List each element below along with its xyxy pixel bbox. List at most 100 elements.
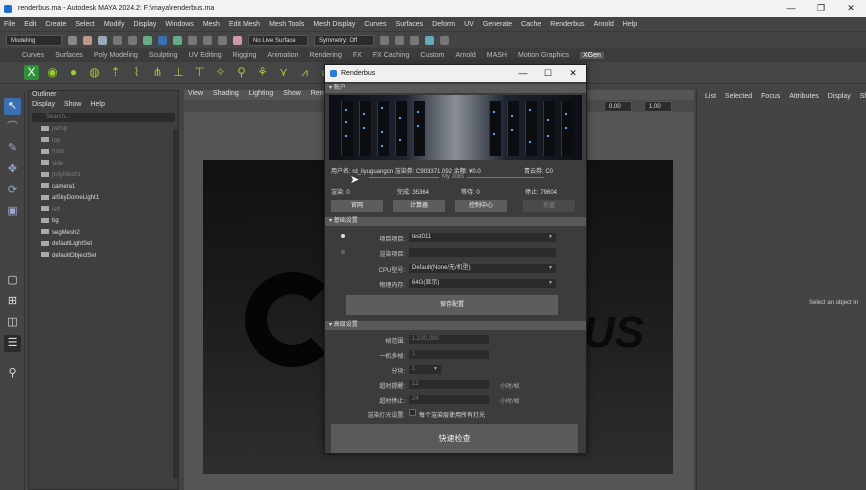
frames-input[interactable]: 1,100,200 bbox=[409, 335, 489, 344]
xgen-editor-icon[interactable]: X bbox=[24, 65, 39, 80]
menu-mesh-tools[interactable]: Mesh Tools bbox=[269, 21, 304, 28]
xgen-cut-icon[interactable]: ⊤ bbox=[192, 65, 207, 80]
shelf-tab-xgen[interactable]: XGen bbox=[579, 51, 604, 59]
memory-select[interactable]: 64G(显示) ▼ bbox=[409, 279, 556, 288]
shelf-tab-poly-modeling[interactable]: Poly Modeling bbox=[94, 52, 138, 59]
make-live-icon[interactable] bbox=[233, 35, 242, 45]
outliner-menu-show[interactable]: Show bbox=[64, 101, 82, 111]
xgen-smooth-icon[interactable]: ⩘ bbox=[297, 65, 312, 80]
machines-input[interactable]: 1 bbox=[409, 350, 489, 359]
render-frame-icon[interactable] bbox=[380, 35, 389, 45]
two-view-icon[interactable]: ◫ bbox=[4, 314, 21, 331]
menu-uv[interactable]: UV bbox=[464, 21, 474, 28]
menu-deform[interactable]: Deform bbox=[432, 21, 455, 28]
xgen-eye-icon[interactable]: ◉ bbox=[45, 65, 60, 80]
outliner-menu-help[interactable]: Help bbox=[90, 101, 104, 111]
project-select[interactable]: test011 ▼ bbox=[409, 233, 556, 242]
outliner-item[interactable]: polyMesh1 bbox=[41, 170, 178, 182]
shelf-tab-mash[interactable]: MASH bbox=[487, 52, 507, 59]
shelf-tab-surfaces[interactable]: Surfaces bbox=[55, 52, 83, 59]
basic-settings-header[interactable]: ▾ 基础设置 bbox=[325, 217, 586, 226]
shelf-tab-curves[interactable]: Curves bbox=[22, 52, 44, 59]
symmetry-field[interactable]: Symmetry: Off bbox=[314, 34, 374, 46]
open-scene-icon[interactable] bbox=[83, 35, 92, 45]
shelf-tab-fx[interactable]: FX bbox=[353, 52, 362, 59]
menu-edit[interactable]: Edit bbox=[24, 21, 36, 28]
rotate-tool-icon[interactable]: ⟳ bbox=[4, 182, 21, 199]
xgen-grow-icon[interactable]: ✧ bbox=[213, 65, 228, 80]
outliner-item[interactable]: defaultObjectSet bbox=[41, 251, 178, 263]
dialog-close-button[interactable]: ✕ bbox=[563, 65, 583, 82]
menu-renderbus[interactable]: Renderbus bbox=[550, 21, 584, 28]
outliner-item[interactable]: top bbox=[41, 136, 178, 148]
advanced-settings-header[interactable]: ▾ 高级设置 bbox=[325, 321, 586, 330]
menu-mesh-display[interactable]: Mesh Display bbox=[313, 21, 355, 28]
live-surface-field[interactable]: No Live Surface bbox=[248, 34, 308, 46]
timeout-remind-input[interactable]: 12 bbox=[409, 380, 489, 389]
maximize-button[interactable]: ❐ bbox=[806, 0, 836, 17]
menu-help[interactable]: Help bbox=[623, 21, 637, 28]
outliner-item[interactable]: left bbox=[41, 205, 178, 217]
menu-display[interactable]: Display bbox=[133, 21, 156, 28]
website-button[interactable]: 官网 bbox=[331, 200, 383, 212]
viewport-menu-shading[interactable]: Shading bbox=[213, 90, 239, 100]
shelf-tab-custom[interactable]: Custom bbox=[420, 52, 444, 59]
gamma-field[interactable]: 1.00 bbox=[644, 101, 672, 112]
outliner-item[interactable]: front bbox=[41, 147, 178, 159]
mode-selector[interactable]: Modeling bbox=[6, 34, 62, 46]
menu-curves[interactable]: Curves bbox=[364, 21, 386, 28]
attribute-menu-focus[interactable]: Focus bbox=[761, 90, 780, 104]
menu-generate[interactable]: Generate bbox=[483, 21, 512, 28]
control-center-button[interactable]: 控制中心 bbox=[455, 200, 507, 212]
my-jobs-link[interactable]: My Jobs bbox=[439, 174, 468, 180]
split-select[interactable]: 1 ▼ bbox=[409, 365, 441, 374]
xgen-clump-icon[interactable]: ⚘ bbox=[255, 65, 270, 80]
outliner-item[interactable]: defaultLightSet bbox=[41, 239, 178, 251]
outliner-item[interactable]: aiSkyDomeLight1 bbox=[41, 193, 178, 205]
recharge-button[interactable]: 充值 bbox=[523, 200, 575, 212]
snap-grid-icon[interactable] bbox=[188, 35, 197, 45]
menu-file[interactable]: File bbox=[4, 21, 15, 28]
outliner-scrollbar[interactable] bbox=[173, 129, 178, 479]
shelf-tab-fx-caching[interactable]: FX Caching bbox=[373, 52, 410, 59]
search-icon[interactable]: ⚲ bbox=[4, 365, 21, 382]
all-lights-checkbox[interactable] bbox=[409, 409, 416, 416]
calculator-button[interactable]: 计算器 bbox=[393, 200, 445, 212]
undo-icon[interactable] bbox=[113, 35, 122, 45]
select-by-component-icon[interactable] bbox=[173, 35, 182, 45]
redo-icon[interactable] bbox=[128, 35, 137, 45]
menu-cache[interactable]: Cache bbox=[521, 21, 541, 28]
shelf-tab-motion-graphics[interactable]: Motion Graphics bbox=[518, 52, 569, 59]
outliner-search-input[interactable]: Search... bbox=[32, 113, 175, 122]
select-by-object-icon[interactable] bbox=[158, 35, 167, 45]
save-scene-icon[interactable] bbox=[98, 35, 107, 45]
outliner-item[interactable]: camera1 bbox=[41, 182, 178, 194]
outliner-menu-display[interactable]: Display bbox=[32, 101, 55, 111]
outliner-item[interactable]: side bbox=[41, 159, 178, 171]
xgen-comb-icon[interactable]: ⋔ bbox=[150, 65, 165, 80]
attribute-menu-show[interactable]: Show bbox=[860, 90, 866, 104]
outliner-item[interactable]: persp bbox=[41, 124, 178, 136]
xgen-brush-icon[interactable]: ⌇ bbox=[129, 65, 144, 80]
subproject-input[interactable] bbox=[409, 248, 556, 257]
save-config-button[interactable]: 保存配置 bbox=[346, 295, 558, 315]
cpu-select[interactable]: Default(None/无/机型) ▼ bbox=[409, 264, 556, 273]
account-section-header[interactable]: ▾ 账户 bbox=[325, 84, 586, 93]
dialog-maximize-button[interactable]: ☐ bbox=[538, 65, 558, 82]
shelf-tab-animation[interactable]: Animation bbox=[267, 52, 298, 59]
outliner-item[interactable]: segMesh2 bbox=[41, 228, 178, 240]
xgen-guide-icon[interactable]: ⇡ bbox=[108, 65, 123, 80]
four-view-icon[interactable]: ⊞ bbox=[4, 293, 21, 310]
xgen-noise-icon[interactable]: ⋎ bbox=[276, 65, 291, 80]
outliner-item[interactable]: bg bbox=[41, 216, 178, 228]
attribute-menu-attributes[interactable]: Attributes bbox=[789, 90, 819, 104]
menu-surfaces[interactable]: Surfaces bbox=[396, 21, 424, 28]
new-scene-icon[interactable] bbox=[68, 35, 77, 45]
viewport-menu-view[interactable]: View bbox=[188, 90, 203, 100]
attribute-menu-display[interactable]: Display bbox=[828, 90, 851, 104]
hypershade-icon[interactable] bbox=[425, 35, 434, 45]
lasso-tool-icon[interactable]: ⌒ bbox=[4, 119, 21, 136]
dialog-minimize-button[interactable]: — bbox=[513, 65, 533, 82]
ipr-render-icon[interactable] bbox=[395, 35, 404, 45]
timeout-stop-input[interactable]: 24 bbox=[409, 395, 489, 404]
